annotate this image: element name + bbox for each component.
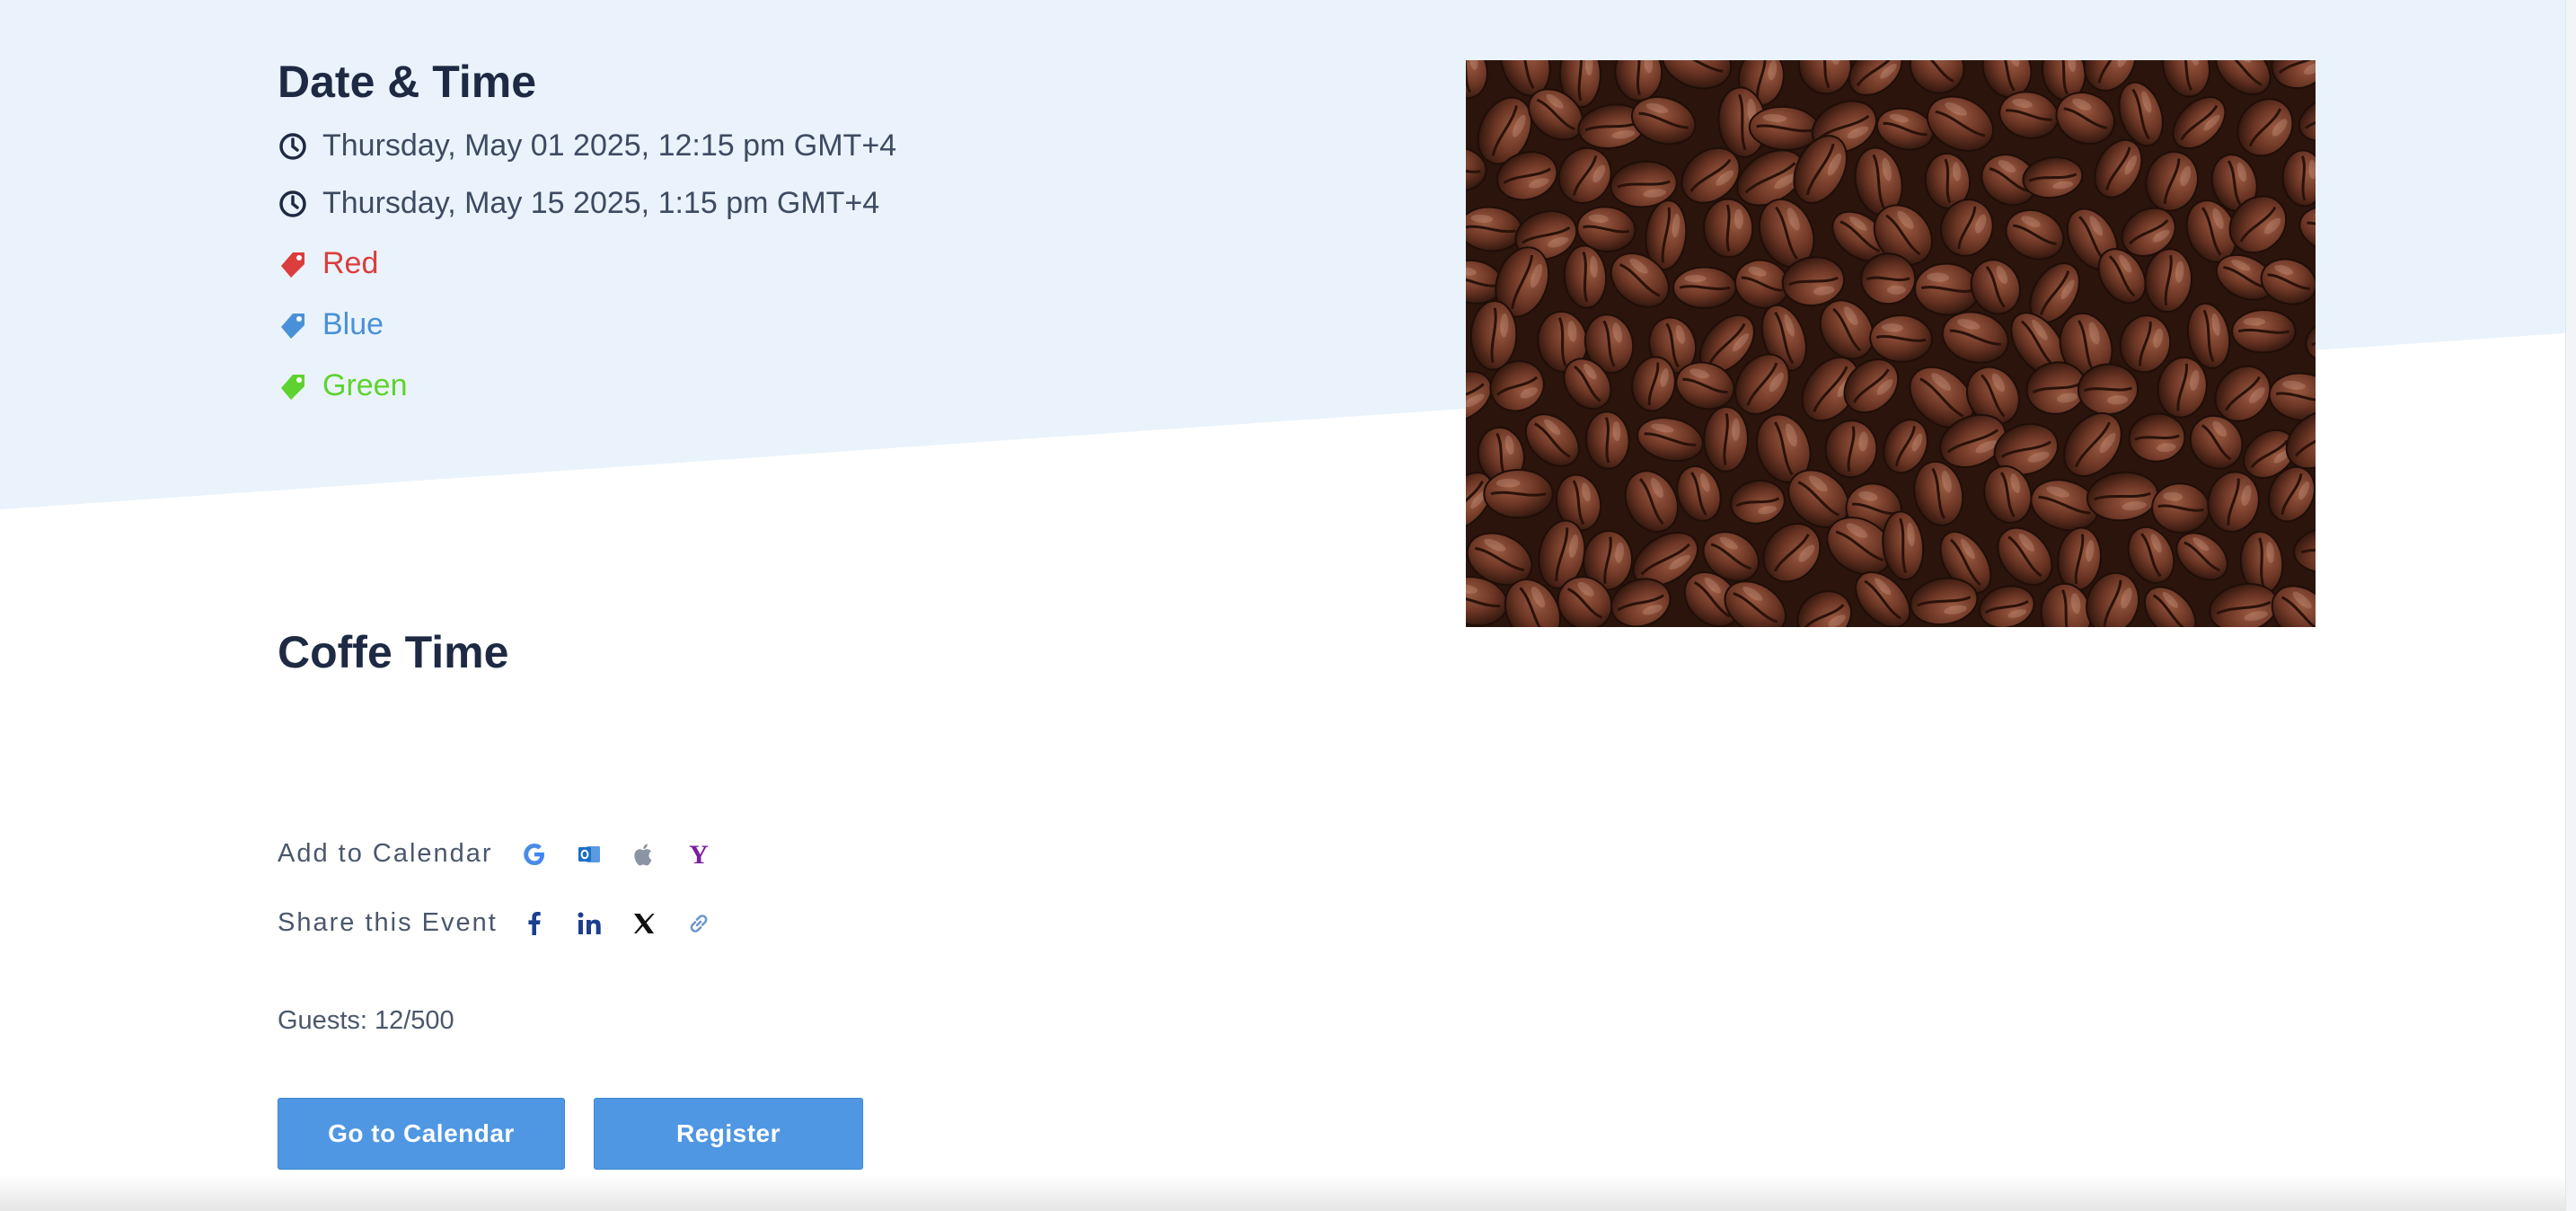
tag-icon [278,310,308,340]
svg-text:Y: Y [689,841,709,868]
share-channels [517,906,716,941]
coffee-beans-photo [1466,60,2316,627]
apple-icon[interactable] [627,837,661,871]
tag-icon [278,371,308,402]
x-icon[interactable] [627,906,661,941]
share-event-label: Share this Event [278,908,498,937]
go-to-calendar-button[interactable]: Go to Calendar [278,1098,565,1170]
google-icon[interactable] [517,837,551,871]
tag-icon [278,249,308,279]
facebook-icon[interactable] [517,906,551,941]
tag-red[interactable]: Red [278,246,378,281]
calendar-providers: Y [517,837,716,871]
tag-label: Blue [322,307,384,341]
register-button[interactable]: Register [594,1098,863,1170]
scrollbar[interactable] [2565,0,2576,1211]
start-datetime-row: Thursday, May 01 2025, 12:15 pm GMT+4 [278,128,896,164]
tag-blue[interactable]: Blue [278,307,384,342]
end-datetime-row: Thursday, May 15 2025, 1:15 pm GMT+4 [278,186,879,221]
event-page: Date & Time Thursday, May 01 2025, 12:15… [0,0,2576,1211]
bottom-shadow [0,1175,2565,1211]
end-datetime-text: Thursday, May 15 2025, 1:15 pm GMT+4 [322,186,880,220]
yahoo-icon[interactable]: Y [682,837,716,871]
link-icon[interactable] [682,906,716,941]
clock-icon [278,131,308,162]
start-datetime-text: Thursday, May 01 2025, 12:15 pm GMT+4 [322,128,897,163]
clock-icon [278,189,308,219]
date-time-heading: Date & Time [278,57,537,107]
outlook-icon[interactable] [572,837,606,871]
linkedin-icon[interactable] [572,906,606,941]
tag-green[interactable]: Green [278,368,408,403]
add-to-calendar-label: Add to Calendar [278,839,493,868]
tag-label: Red [322,246,379,280]
tag-label: Green [322,368,408,402]
guests-count: Guests: 12/500 [278,1006,454,1035]
event-image [1466,60,2316,627]
event-title: Coffe Time [278,627,509,677]
